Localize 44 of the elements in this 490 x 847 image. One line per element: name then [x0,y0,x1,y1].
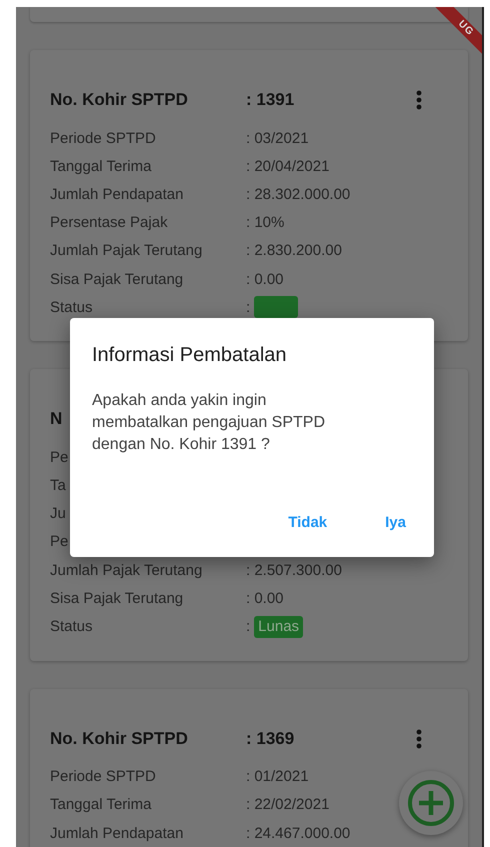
status-badge: Lunas [254,616,304,638]
field-value: : 0.00 [246,270,284,288]
field-label: Jumlah Pajak Terutang [50,242,202,260]
card-title-label: N [50,409,62,430]
field-label: Sisa Pajak Terutang [50,590,184,607]
field-label: Tanggal Terima [50,158,152,175]
field-label: Jumlah Pendapatan [50,824,184,842]
card-title-label: No. Kohir SPTPD [50,90,188,110]
card-title-label: No. Kohir SPTPD [50,728,188,749]
field-label: Status [50,298,93,316]
field-label: Status [50,618,93,636]
field-label: Jumlah Pendapatan [50,186,184,203]
dialog-button[interactable]: Iya [381,510,410,535]
colon: : [246,298,250,316]
field-label: Pe [50,533,68,550]
field-value: : 2.830.200.00 [246,242,342,260]
field-label: Periode SPTPD [50,130,156,147]
field-value: : 22/02/2021 [246,796,330,814]
colon: : [246,618,250,636]
card-title-value: : 1369 [246,728,294,749]
field-label: Tanggal Terima [50,796,152,814]
field-label: Pe [50,448,68,466]
plus-circle-icon [407,779,455,827]
field-value: : 24.467.000.00 [246,824,350,842]
field-label: Ta [50,477,66,494]
field-value: : 28.302.000.00 [246,186,350,203]
field-label: Periode SPTPD [50,768,156,786]
more-vertical-icon[interactable] [416,728,422,749]
field-label: Jumlah Pajak Terutang [50,562,202,579]
field-value: : 03/2021 [246,130,309,147]
field-label: Sisa Pajak Terutang [50,270,184,288]
field-value: : 20/04/2021 [246,158,330,175]
status-badge [254,296,298,318]
field-value: : 2.507.300.00 [246,562,342,579]
field-label: Ju [50,505,66,522]
field-value: : 10% [246,214,284,232]
field-value: : 0.00 [246,590,284,607]
dialog-message: Apakah anda yakin ingin membatalkan pengajuan SPTPD dengan No. Kohir 1391 ? [92,391,326,455]
field-label: Persentase Pajak [50,214,168,232]
card-title-value: : 1391 [246,90,294,110]
dialog-button[interactable]: Tidak [284,510,332,535]
field-value: : 01/2021 [246,768,309,786]
dialog-title: Informasi Pembatalan [92,343,288,368]
more-vertical-icon[interactable] [416,90,422,110]
